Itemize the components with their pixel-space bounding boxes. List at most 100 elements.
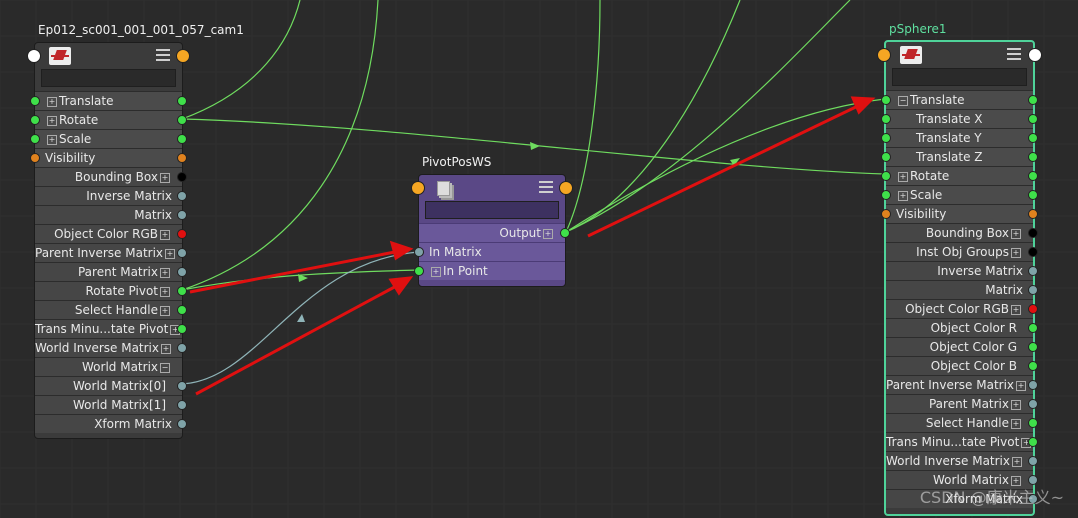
expand-icon[interactable]: + — [160, 267, 170, 278]
expand-icon[interactable]: + — [161, 343, 171, 354]
attr-row-object-color-rgb[interactable]: Object Color RGB + — [35, 224, 187, 243]
output-port[interactable] — [1028, 171, 1038, 181]
output-port[interactable] — [1028, 190, 1038, 200]
expand-icon[interactable]: + — [165, 248, 176, 259]
expand-icon[interactable]: + — [1016, 380, 1027, 391]
output-port[interactable] — [1028, 209, 1038, 219]
output-port[interactable] — [177, 248, 187, 258]
output-port[interactable] — [177, 153, 187, 163]
output-port[interactable] — [177, 172, 187, 182]
input-port[interactable] — [30, 153, 40, 163]
input-port[interactable] — [414, 266, 424, 276]
node-name-field[interactable] — [41, 69, 176, 87]
attr-row-parent-matrix[interactable]: Parent Matrix + — [35, 262, 187, 281]
expand-icon[interactable]: + — [898, 190, 908, 201]
attr-row-inst-obj-groups[interactable]: Inst Obj Groups + — [886, 242, 1038, 261]
output-port[interactable] — [1028, 133, 1038, 143]
output-port[interactable] — [1028, 323, 1038, 333]
node-pivotposws[interactable]: Output + In Matrix + In Point — [411, 174, 573, 287]
attr-row-parent-inverse-matrix[interactable]: Parent Inverse Matrix + — [886, 375, 1038, 394]
output-port[interactable] — [1028, 380, 1038, 390]
expand-icon[interactable]: + — [160, 229, 170, 240]
attr-row-world-matrix-0[interactable]: World Matrix[0] — [35, 376, 187, 395]
collapse-icon[interactable]: − — [160, 362, 170, 373]
node-header[interactable] — [877, 42, 1042, 68]
output-port[interactable] — [1028, 304, 1038, 314]
attr-row-object-color-g[interactable]: Object Color G — [886, 337, 1038, 356]
attr-row-translate[interactable]: + Translate — [30, 91, 187, 110]
attr-row-bounding-box[interactable]: Bounding Box + — [35, 167, 187, 186]
attr-row-parent-matrix[interactable]: Parent Matrix + — [886, 394, 1038, 413]
attr-row-rotate-pivot[interactable]: Rotate Pivot + — [35, 281, 187, 300]
node-menu-icon[interactable] — [156, 49, 170, 61]
output-port[interactable] — [177, 210, 187, 220]
expand-icon[interactable]: + — [1011, 247, 1021, 258]
expand-icon[interactable]: + — [160, 305, 170, 316]
input-port[interactable] — [881, 152, 891, 162]
expand-icon[interactable]: + — [1011, 399, 1021, 410]
output-port[interactable] — [1028, 437, 1038, 447]
collapse-icon[interactable]: − — [898, 95, 908, 106]
attr-row-select-handle[interactable]: Select Handle + — [35, 300, 187, 319]
input-port[interactable] — [881, 133, 891, 143]
output-port[interactable] — [177, 419, 187, 429]
input-port[interactable] — [30, 134, 40, 144]
output-port[interactable] — [1028, 285, 1038, 295]
node-name-field[interactable] — [892, 68, 1027, 86]
attr-row-output[interactable]: Output + — [419, 223, 570, 242]
expand-icon[interactable]: + — [543, 228, 553, 239]
output-port[interactable] — [1028, 152, 1038, 162]
output-port[interactable] — [177, 286, 187, 296]
attr-row-in-matrix[interactable]: In Matrix — [414, 242, 565, 261]
output-port[interactable] — [1028, 418, 1038, 428]
node-output-port[interactable] — [559, 181, 573, 195]
output-port[interactable] — [1028, 361, 1038, 371]
output-port[interactable] — [1028, 266, 1038, 276]
node-header[interactable] — [411, 175, 573, 201]
output-port[interactable] — [177, 96, 187, 106]
expand-icon[interactable]: + — [1011, 228, 1021, 239]
attr-row-world-inverse-matrix[interactable]: World Inverse Matrix + — [886, 451, 1038, 470]
node-menu-icon[interactable] — [1007, 48, 1021, 60]
attr-row-world-inverse-matrix[interactable]: World Inverse Matrix + — [35, 338, 187, 357]
input-port[interactable] — [30, 96, 40, 106]
output-port[interactable] — [177, 343, 187, 353]
output-port[interactable] — [1028, 456, 1038, 466]
expand-icon[interactable]: + — [160, 172, 170, 183]
attr-row-object-color-b[interactable]: Object Color B — [886, 356, 1038, 375]
node-camera[interactable]: + Translate + Rotate + Scale Visibility Boundin… — [27, 42, 190, 439]
expand-icon[interactable]: + — [47, 115, 57, 126]
attr-row-scale[interactable]: + Scale — [30, 129, 187, 148]
output-port[interactable] — [560, 228, 570, 238]
attr-row-translate[interactable]: − Translate — [881, 90, 1038, 109]
attr-row-trans-minu-tate-pivot[interactable]: Trans Minu...tate Pivot + — [35, 319, 187, 338]
attr-row-inverse-matrix[interactable]: Inverse Matrix — [886, 261, 1038, 280]
expand-icon[interactable]: + — [1012, 456, 1022, 467]
attr-row-trans-minu-tate-pivot[interactable]: Trans Minu...tate Pivot + — [886, 432, 1038, 451]
expand-icon[interactable]: + — [1011, 418, 1021, 429]
input-port[interactable] — [881, 171, 891, 181]
output-port[interactable] — [1028, 399, 1038, 409]
output-port[interactable] — [1028, 114, 1038, 124]
expand-icon[interactable]: + — [1011, 304, 1021, 315]
output-port[interactable] — [1028, 342, 1038, 352]
node-output-port[interactable] — [176, 49, 190, 63]
expand-icon[interactable]: + — [47, 134, 57, 145]
output-port[interactable] — [177, 229, 187, 239]
attr-row-translate-y[interactable]: Translate Y — [881, 128, 1038, 147]
attr-row-world-matrix[interactable]: World Matrix − — [35, 357, 182, 376]
attr-row-translate-x[interactable]: Translate X — [881, 109, 1038, 128]
attr-row-bounding-box[interactable]: Bounding Box + — [886, 223, 1038, 242]
attr-row-xform-matrix[interactable]: Xform Matrix — [35, 414, 187, 433]
attr-row-visibility[interactable]: Visibility — [881, 204, 1038, 223]
input-port[interactable] — [414, 247, 424, 257]
output-port[interactable] — [1028, 95, 1038, 105]
attr-row-parent-inverse-matrix[interactable]: Parent Inverse Matrix + — [35, 243, 187, 262]
expand-icon[interactable]: + — [160, 286, 170, 297]
expand-icon[interactable]: + — [898, 171, 908, 182]
attr-row-select-handle[interactable]: Select Handle + — [886, 413, 1038, 432]
attr-row-scale[interactable]: + Scale — [881, 185, 1038, 204]
output-port[interactable] — [1028, 247, 1038, 257]
attr-row-object-color-rgb[interactable]: Object Color RGB + — [886, 299, 1038, 318]
node-header[interactable] — [27, 43, 190, 69]
